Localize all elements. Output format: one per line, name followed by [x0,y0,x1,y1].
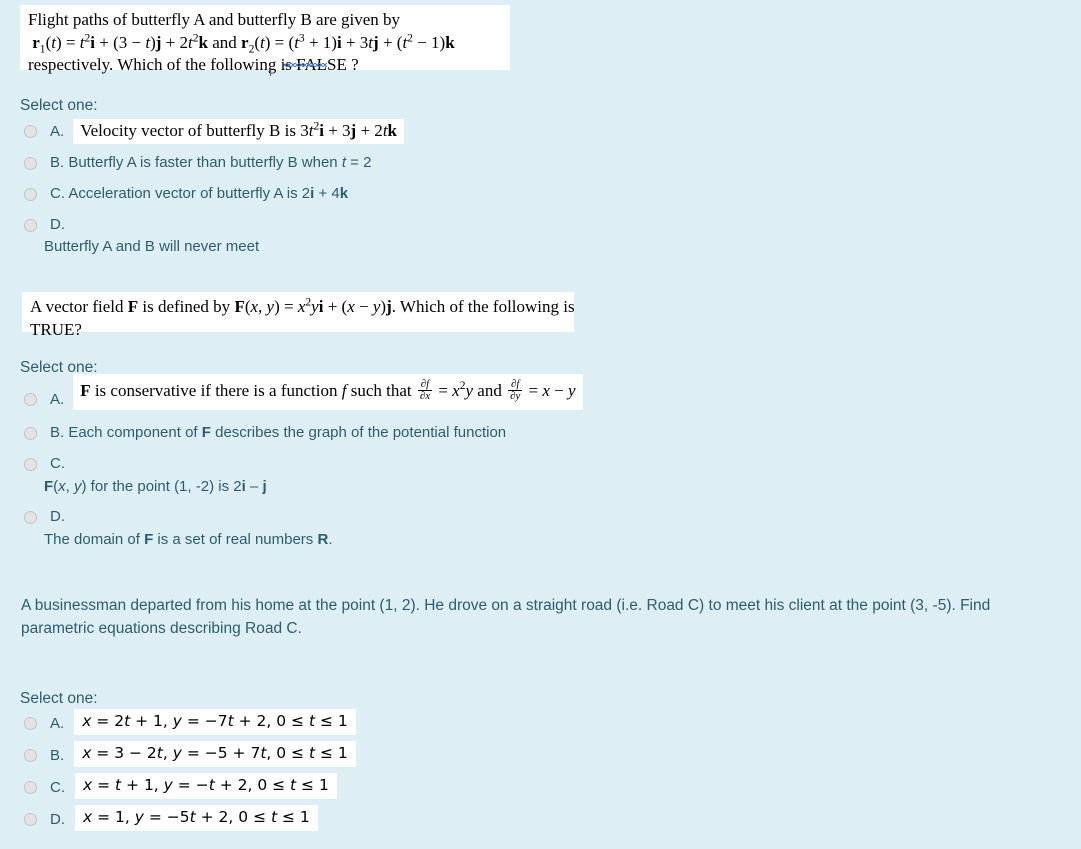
question-3-stem-line-2: parametric equations describing Road C. [21,620,302,638]
option-label: C. [50,779,65,796]
radio-button-icon[interactable] [24,717,37,730]
radio-button-icon[interactable] [24,813,37,826]
question-3-option-c[interactable]: C. x = t + 1, y = −t + 2, 0 ≤ t ≤ 1 [24,773,337,799]
text-caret [270,68,271,76]
option-text: x = 3 − 2t, y = −5 + 7t, 0 ≤ t ≤ 1 [74,741,356,767]
question-3-option-b[interactable]: B. x = 3 − 2t, y = −5 + 7t, 0 ≤ t ≤ 1 [24,741,356,767]
question-1-stem: Flight paths of butterfly A and butterfl… [20,5,510,74]
radio-button-icon[interactable] [24,427,37,440]
question-1-option-a[interactable]: A. Velocity vector of butterfly B is 3t2… [24,119,405,145]
question-3-stem: A businessman departed from his home at … [21,594,1011,641]
question-1-stem-line-3: respectively. Which of the following is … [28,55,359,75]
radio-button-icon[interactable] [24,749,37,762]
question-2-option-c-text: F(x, y) for the point (1, -2) is 2i – j [44,478,267,495]
option-label: B. [50,747,65,764]
radio-button-icon[interactable] [24,219,37,232]
radio-button-icon[interactable] [24,157,37,170]
question-2-option-b[interactable]: B. Each component of F describes the gra… [24,424,506,441]
question-3-stem-line-1: A businessman departed from his home at … [21,597,991,614]
option-label: D. [50,811,65,828]
question-1-stem-line-1: Flight paths of butterfly A and butterfl… [28,10,401,29]
option-text: x = 1, y = −5t + 2, 0 ≤ t ≤ 1 [75,805,318,831]
quiz-page: Flight paths of butterfly A and butterfl… [0,0,1081,849]
radio-button-icon[interactable] [24,125,37,138]
option-text: Velocity vector of butterfly B is 3t2i +… [73,119,405,145]
question-2-stem: A vector field F is defined by F(x, y) =… [22,292,575,339]
spellcheck-underline [283,63,327,67]
question-3-option-d[interactable]: D. x = 1, y = −5t + 2, 0 ≤ t ≤ 1 [24,805,318,831]
question-1-stem-line-2: r1(t) = t2i + (3 − t)j + 2t2k and r2(t) … [32,30,455,55]
question-3-select-one-label: Select one: [20,690,98,707]
option-text: B. Each component of F describes the gra… [50,424,507,441]
question-1-option-c[interactable]: C. Acceleration vector of butterfly A is… [24,185,348,202]
question-2-option-c[interactable]: C. [24,455,65,472]
question-2-stem-line-2: TRUE? [30,319,82,339]
question-1-option-d-text: Butterfly A and B will never meet [44,238,260,255]
option-text: x = 2t + 1, y = −7t + 2, 0 ≤ t ≤ 1 [74,709,356,735]
option-label: A. [50,715,65,732]
option-label: D. [50,508,65,525]
radio-button-icon[interactable] [24,393,37,406]
question-2-stem-line-1: A vector field F is defined by F(x, y) =… [30,295,575,316]
question-1-option-d[interactable]: D. [24,216,65,233]
radio-button-icon[interactable] [24,458,37,471]
option-text: C. Acceleration vector of butterfly A is… [50,185,349,202]
option-text: B. Butterfly A is faster than butterfly … [50,154,372,171]
radio-button-icon[interactable] [24,188,37,201]
question-3-option-a[interactable]: A. x = 2t + 1, y = −7t + 2, 0 ≤ t ≤ 1 [24,709,356,735]
question-2-option-d[interactable]: D. [24,508,65,525]
question-1-select-one-label: Select one: [20,97,98,114]
option-label: A. [50,391,65,408]
option-text: x = t + 1, y = −t + 2, 0 ≤ t ≤ 1 [75,773,337,799]
option-label: A. [50,123,65,140]
question-2-option-a[interactable]: A. F is conservative if there is a funct… [24,374,583,410]
option-label: D. [50,216,65,233]
option-text: F is conservative if there is a function… [73,374,583,410]
radio-button-icon[interactable] [24,511,37,524]
question-1-option-b[interactable]: B. Butterfly A is faster than butterfly … [24,154,371,171]
option-label: C. [50,455,65,472]
radio-button-icon[interactable] [24,781,37,794]
question-2-option-d-text: The domain of F is a set of real numbers… [44,531,333,548]
